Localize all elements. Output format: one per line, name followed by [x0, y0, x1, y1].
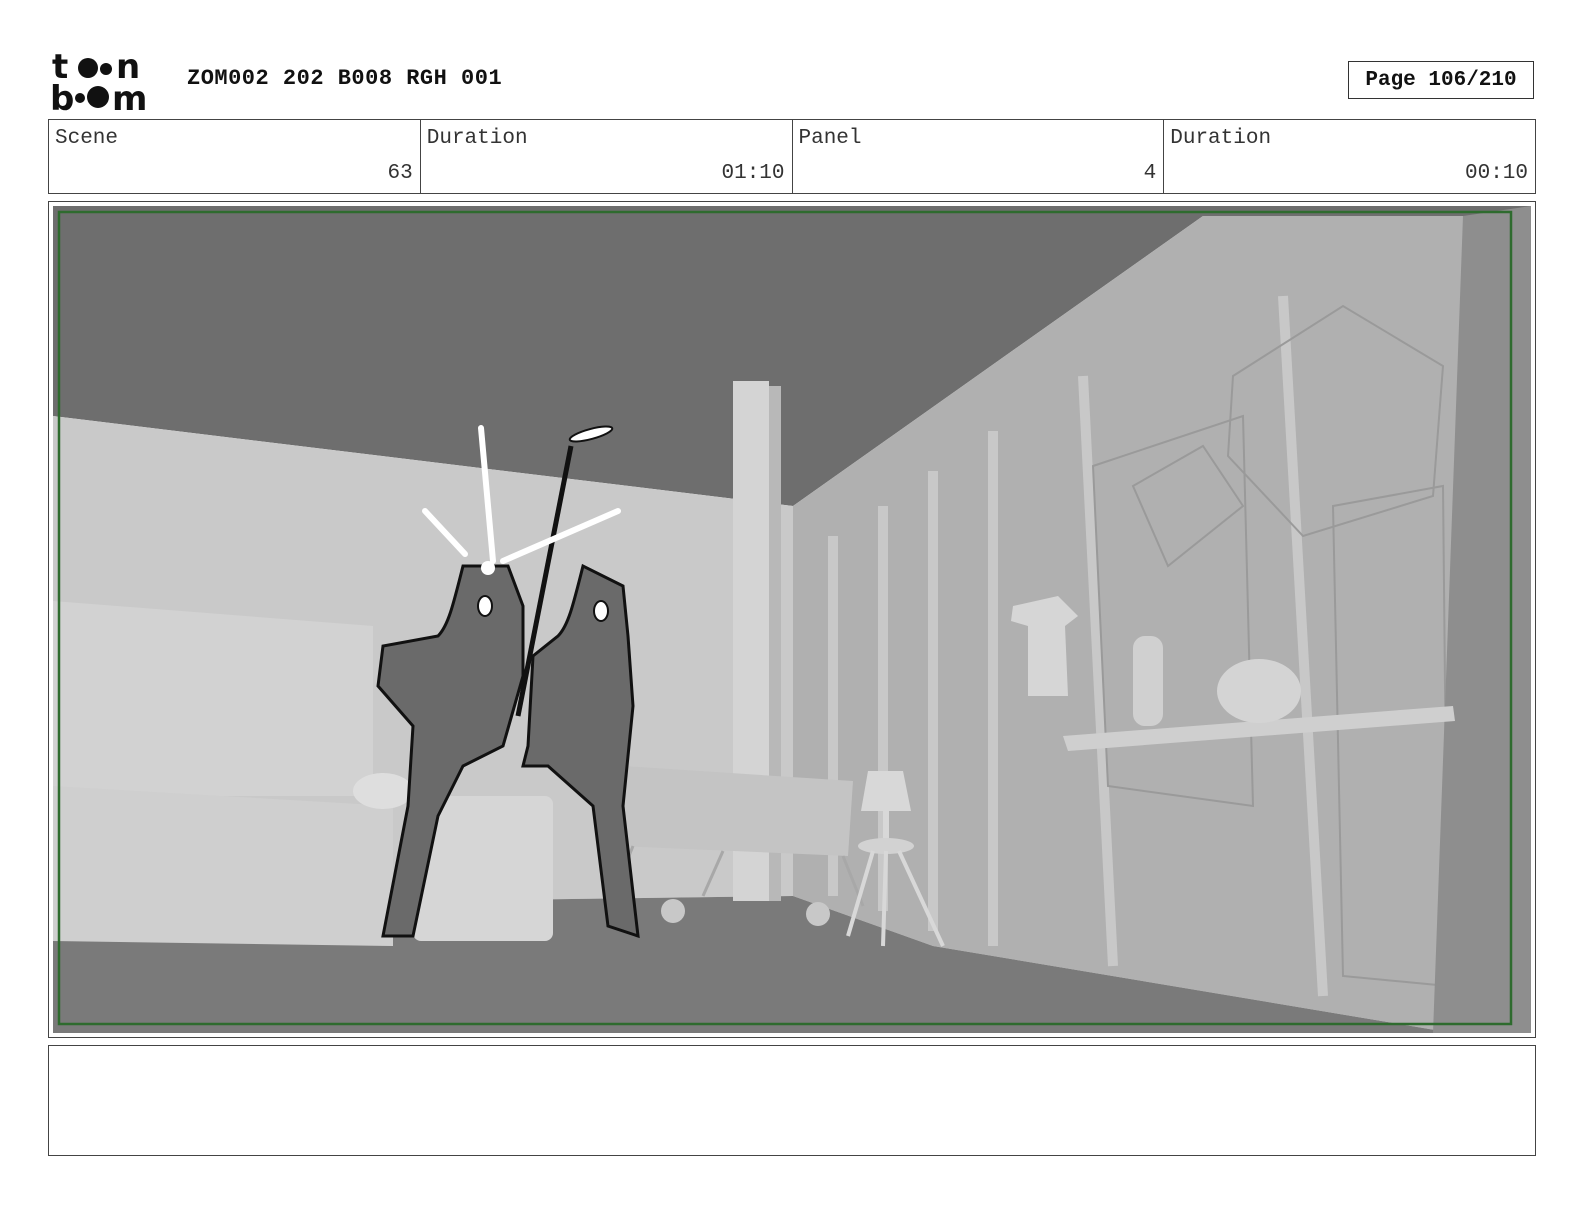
scene-duration-value: 01:10: [721, 162, 785, 185]
scene-duration-cell: Duration 01:10: [421, 120, 793, 193]
panel-label: Panel: [798, 127, 862, 150]
panel-duration-cell: Duration 00:10: [1164, 120, 1535, 193]
storyboard-panel: [48, 201, 1536, 1038]
svg-text:b: b: [50, 79, 74, 114]
panel-duration-label: Duration: [1170, 127, 1272, 150]
panel-artwork: [53, 206, 1531, 1033]
scene-label: Scene: [55, 127, 119, 150]
panel-value: 4: [1143, 162, 1157, 185]
project-id: ZOM002 202 B008 RGH 001: [187, 66, 503, 91]
toon-boom-logo: t n b m: [50, 50, 166, 114]
panel-cell: Panel 4: [793, 120, 1165, 193]
panel-duration-value: 00:10: [1464, 162, 1528, 185]
scene-value: 63: [387, 162, 413, 185]
page-number: Page 106/210: [1348, 61, 1534, 99]
scene-duration-label: Duration: [426, 127, 528, 150]
svg-text:m: m: [112, 79, 147, 114]
info-row: Scene 63 Duration 01:10 Panel 4 Duration…: [48, 119, 1536, 194]
scene-cell: Scene 63: [49, 120, 421, 193]
notes-box: [48, 1045, 1536, 1156]
page-label: Page 106/210: [1365, 68, 1517, 92]
